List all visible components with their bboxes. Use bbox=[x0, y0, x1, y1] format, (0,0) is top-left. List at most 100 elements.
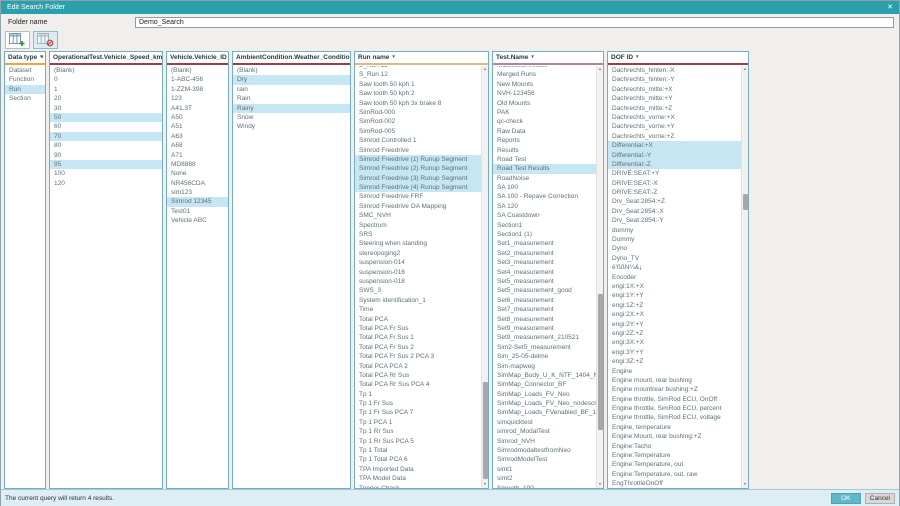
list-item[interactable]: 1-ZZM-398 bbox=[167, 85, 228, 94]
list-item[interactable]: Total PCA Fr Sus 2 bbox=[355, 343, 481, 352]
list-item[interactable]: Tp 1 Total bbox=[355, 446, 481, 455]
list-item[interactable]: suspension-018 bbox=[355, 277, 481, 286]
list-item[interactable]: Encoder bbox=[608, 273, 741, 282]
list-item[interactable]: qc-check bbox=[493, 117, 596, 126]
list-item[interactable]: Total PCA Fr Sus bbox=[355, 324, 481, 333]
column-header-vehicle-speed[interactable]: OperationalTest.Vehicle_Speed_kmh▼ bbox=[50, 52, 162, 63]
list-item[interactable]: 1-ABC-456 bbox=[167, 75, 228, 84]
list-item[interactable]: Set9_measurement_210521 bbox=[493, 333, 596, 342]
list-item[interactable]: Simrod Freedrive (2) Runup Segment bbox=[355, 164, 481, 173]
titlebar[interactable]: Edit Search Folder ✕ bbox=[1, 1, 899, 14]
list-item[interactable]: Sim-mapweg bbox=[493, 362, 596, 371]
list-item[interactable]: 1 bbox=[50, 85, 162, 94]
list-item[interactable]: DRIVE:SEAT:-X bbox=[608, 179, 741, 188]
list-item[interactable]: SimMap_Connector_BF bbox=[493, 380, 596, 389]
column-header-run-name[interactable]: Run name▼ bbox=[355, 52, 488, 63]
list-item[interactable]: Section bbox=[5, 94, 45, 103]
list-item[interactable]: Total PCA Fr Sus 1 bbox=[355, 333, 481, 342]
list-item[interactable]: Tp 1 Rr Sus bbox=[355, 427, 481, 436]
list-item[interactable]: Engine:Temperature, out bbox=[608, 460, 741, 469]
list-item[interactable]: SimMap_Body_U_K_NTF_1404_Neo bbox=[493, 371, 596, 380]
list-item[interactable]: Engine:Temperature bbox=[608, 451, 741, 460]
list-item[interactable]: 100 bbox=[50, 169, 162, 178]
list-item[interactable]: SimMap_Loads_FV_Neo bbox=[493, 390, 596, 399]
list-item[interactable]: (Blank) bbox=[50, 66, 162, 75]
scroll-up-icon[interactable]: ▲ bbox=[742, 66, 748, 73]
scroll-down-icon[interactable]: ▼ bbox=[597, 481, 603, 488]
list-item[interactable]: Simrod Freedrive FRF bbox=[355, 192, 481, 201]
list-item[interactable]: SimrodmodaltestfromNeo bbox=[493, 446, 596, 455]
scroll-up-icon[interactable]: ▲ bbox=[597, 66, 603, 73]
list-item[interactable]: 80 bbox=[50, 141, 162, 150]
list-item[interactable]: Dachrechts_mitte:+Y bbox=[608, 94, 741, 103]
list-item[interactable]: (Blank) bbox=[167, 66, 228, 75]
list-item[interactable]: NVH-123456 bbox=[493, 89, 596, 98]
list-item[interactable]: Differential:+X bbox=[608, 141, 741, 150]
list-item[interactable]: SimMap_Loads_FVenabled_BF_1304_Neo bbox=[493, 408, 596, 417]
close-icon[interactable]: ✕ bbox=[887, 1, 893, 14]
vertical-scrollbar[interactable]: ▲▼ bbox=[481, 66, 488, 488]
column-header-weather[interactable]: AmbientCondition.Weather_Condition▼ bbox=[233, 52, 350, 63]
list-item[interactable]: Dachrechts_hinten:-X bbox=[608, 66, 741, 75]
list-item[interactable]: SMC_NVH bbox=[355, 211, 481, 220]
list-item[interactable]: Set2_measurement bbox=[493, 249, 596, 258]
column-header-data-type[interactable]: Data type▼◂ bbox=[5, 52, 45, 63]
list-item[interactable]: 50 bbox=[50, 113, 162, 122]
list-item[interactable]: Tp 1 Total PCA 6 bbox=[355, 455, 481, 464]
list-item[interactable]: Engine throttle, SimRod ECU, voltage bbox=[608, 413, 741, 422]
list-item[interactable]: TPA Imported Data bbox=[355, 465, 481, 474]
list-item[interactable]: SRS bbox=[355, 230, 481, 239]
list-item[interactable]: A63 bbox=[167, 132, 228, 141]
list-item[interactable]: Engine:Tacho bbox=[608, 442, 741, 451]
list-item[interactable]: suspension-016 bbox=[355, 268, 481, 277]
list-item[interactable]: Rainy bbox=[233, 104, 350, 113]
list-item[interactable]: Merged Runs bbox=[493, 70, 596, 79]
list-item[interactable]: MD8888 bbox=[167, 160, 228, 169]
list-item[interactable]: Dachrechts_vorne:+Y bbox=[608, 122, 741, 131]
list-item[interactable]: System identification_1 bbox=[355, 296, 481, 305]
list-item[interactable]: SA Coastdown bbox=[493, 211, 596, 220]
list-item[interactable]: engi:1Y:+Y bbox=[608, 291, 741, 300]
list-item[interactable]: simquicktest bbox=[493, 418, 596, 427]
list-item[interactable]: SimRod-002 bbox=[355, 117, 481, 126]
list-item[interactable]: Simrod Freedrive OA Mapping bbox=[355, 202, 481, 211]
list-item[interactable]: suspension-014 bbox=[355, 258, 481, 267]
list-item[interactable]: Steering when standing bbox=[355, 239, 481, 248]
list-item[interactable]: 20 bbox=[50, 94, 162, 103]
list-item[interactable]: rain bbox=[233, 85, 350, 94]
list-item[interactable]: Simrod_NVH bbox=[493, 437, 596, 446]
list-item[interactable]: Engine mountrear bushing:+Z bbox=[608, 385, 741, 394]
list-item[interactable]: Set5_measurement_good bbox=[493, 286, 596, 295]
list-item[interactable]: Dry bbox=[233, 75, 350, 84]
list-item[interactable]: SimRod-005 bbox=[355, 127, 481, 136]
column-header-vehicle-id[interactable]: Vehicle.Vehicle_ID▼ bbox=[167, 52, 228, 63]
list-item[interactable]: Simrod Freedrive (1) Runup Segment bbox=[355, 155, 481, 164]
list-item[interactable]: Engine mount, rear bushing bbox=[608, 376, 741, 385]
filter-dropdown-icon[interactable]: ▼ bbox=[635, 54, 639, 59]
list-item[interactable]: Set1_measurement bbox=[493, 239, 596, 248]
list-item[interactable]: 0 bbox=[50, 75, 162, 84]
list-item[interactable]: 123 bbox=[167, 94, 228, 103]
scrollbar-thumb[interactable] bbox=[483, 382, 488, 479]
remove-attribute-column-button[interactable] bbox=[33, 31, 58, 49]
list-item[interactable]: Drv_Seat:2854:-Y bbox=[608, 216, 741, 225]
list-item[interactable]: stereopoging2 bbox=[355, 249, 481, 258]
list-item[interactable]: Engine throttle, SimRod ECU, OnOff bbox=[608, 395, 741, 404]
list-item[interactable]: engi:1X:+X bbox=[608, 282, 741, 291]
list-item[interactable]: Section1 bbox=[493, 221, 596, 230]
pin-icon[interactable]: ◂ bbox=[40, 54, 43, 60]
scroll-down-icon[interactable]: ▼ bbox=[482, 481, 488, 488]
list-item[interactable]: engi:2Z:+Z bbox=[608, 329, 741, 338]
list-item[interactable]: Road Test bbox=[493, 155, 596, 164]
list-item[interactable]: SWS_3 bbox=[355, 286, 481, 295]
list-item[interactable]: Dyno bbox=[608, 244, 741, 253]
list-item[interactable]: New Mounts bbox=[493, 80, 596, 89]
filter-dropdown-icon[interactable]: ▼ bbox=[391, 54, 395, 59]
list-item[interactable]: engi:2Y:+Y bbox=[608, 320, 741, 329]
list-item[interactable]: Simrod Freedrive (3) Runup Segment bbox=[355, 174, 481, 183]
list-item[interactable]: Set3_measurement bbox=[493, 258, 596, 267]
list-item[interactable]: Engine bbox=[608, 367, 741, 376]
list-item[interactable]: simt2 bbox=[493, 474, 596, 483]
column-header-test-name[interactable]: Test.Name▼ bbox=[493, 52, 603, 63]
list-item[interactable]: Trigger Check bbox=[355, 484, 481, 488]
